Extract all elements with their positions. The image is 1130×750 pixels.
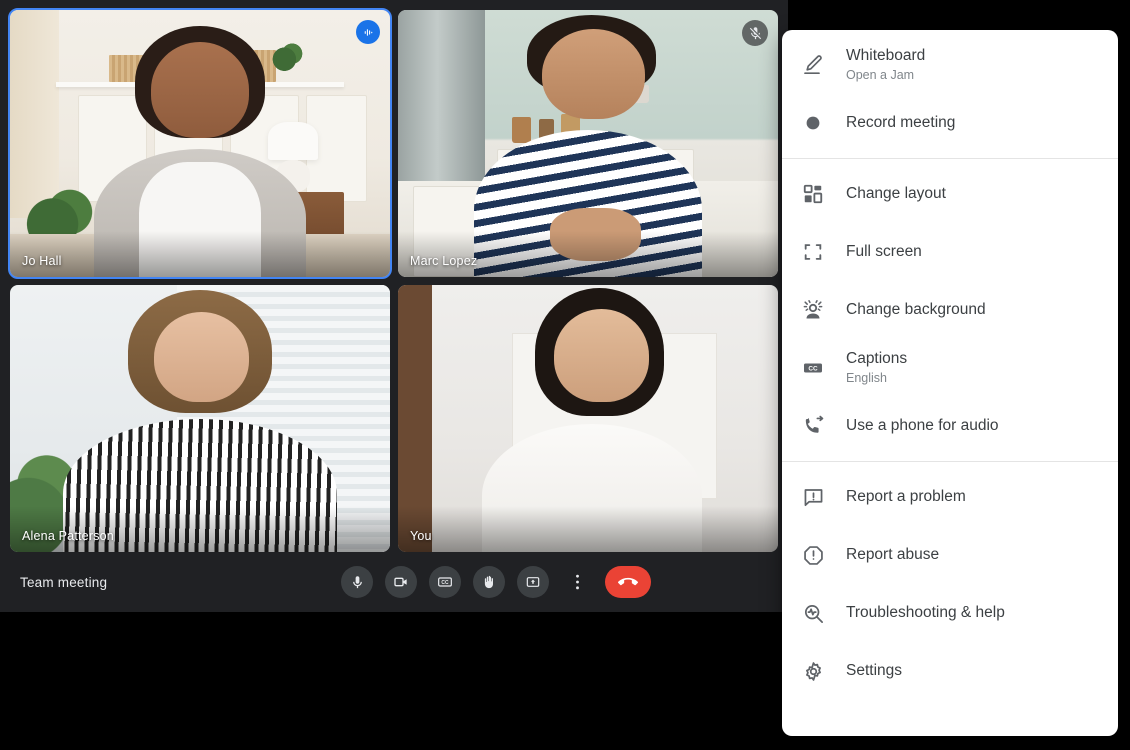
more-options-button[interactable] xyxy=(561,566,593,598)
microphone-button[interactable] xyxy=(341,566,373,598)
menu-item-record-meeting[interactable]: Record meeting xyxy=(782,94,1118,152)
menu-item-text: Whiteboard Open a Jam xyxy=(846,46,925,83)
camera-button[interactable] xyxy=(385,566,417,598)
menu-item-settings[interactable]: Settings xyxy=(782,642,1118,700)
participant-video-jo-hall xyxy=(10,10,390,277)
menu-item-text: Report abuse xyxy=(846,545,939,564)
menu-item-text: Settings xyxy=(846,661,902,680)
menu-item-label: Report a problem xyxy=(846,488,966,506)
participant-tile-you[interactable]: You xyxy=(398,285,778,552)
feedback-icon xyxy=(800,484,826,510)
menu-section-support: Report a problem Report abuse Troublesho… xyxy=(782,462,1118,706)
menu-item-label: Troubleshooting & help xyxy=(846,604,1005,622)
menu-item-report-abuse[interactable]: Report abuse xyxy=(782,526,1118,584)
menu-item-captions[interactable]: CC Captions English xyxy=(782,339,1118,397)
menu-item-label: Full screen xyxy=(846,243,922,261)
menu-item-text: Full screen xyxy=(846,242,922,261)
menu-section-tools: Whiteboard Open a Jam Record meeting xyxy=(782,30,1118,158)
menu-item-text: Change layout xyxy=(846,184,946,203)
raise-hand-button[interactable] xyxy=(473,566,505,598)
participant-video-alena-patterson xyxy=(10,285,390,552)
menu-item-change-layout[interactable]: Change layout xyxy=(782,165,1118,223)
svg-text:CC: CC xyxy=(441,580,449,586)
participant-tile-jo-hall[interactable]: Jo Hall xyxy=(8,8,392,279)
meet-window: Jo Hall Marc Lopez Alena Patterson You T… xyxy=(0,0,788,612)
pen-whiteboard-icon xyxy=(800,52,826,78)
closed-captions-icon: CC xyxy=(800,355,826,381)
menu-item-label: Change background xyxy=(846,301,986,319)
menu-item-text: Record meeting xyxy=(846,113,955,132)
meeting-title: Team meeting xyxy=(20,574,108,590)
tile-name-label: Marc Lopez xyxy=(410,254,478,268)
change-background-icon xyxy=(800,297,826,323)
menu-item-label: Captions xyxy=(846,350,908,368)
menu-item-change-background[interactable]: Change background xyxy=(782,281,1118,339)
record-dot-icon xyxy=(800,110,826,136)
menu-item-sublabel: Open a Jam xyxy=(846,67,915,82)
report-octagon-icon xyxy=(800,542,826,568)
captions-button[interactable]: CC xyxy=(429,566,461,598)
tile-name-label: Alena Patterson xyxy=(22,529,114,543)
phone-forward-icon xyxy=(800,413,826,439)
menu-item-report-a-problem[interactable]: Report a problem xyxy=(782,468,1118,526)
svg-text:CC: CC xyxy=(808,365,818,372)
screen: Jo Hall Marc Lopez Alena Patterson You T… xyxy=(0,0,1130,750)
menu-section-view: Change layout Full screen Change backgro… xyxy=(782,159,1118,461)
menu-item-text: Captions English xyxy=(846,349,907,386)
leave-call-button[interactable] xyxy=(605,566,651,598)
menu-item-label: Change layout xyxy=(846,185,946,203)
menu-item-troubleshooting-help[interactable]: Troubleshooting & help xyxy=(782,584,1118,642)
menu-item-text: Troubleshooting & help xyxy=(846,603,1005,622)
tile-name-label: You xyxy=(410,529,432,543)
menu-item-label: Use a phone for audio xyxy=(846,417,999,435)
tile-name-label: Jo Hall xyxy=(22,254,62,268)
menu-item-full-screen[interactable]: Full screen xyxy=(782,223,1118,281)
participant-tile-marc-lopez[interactable]: Marc Lopez xyxy=(398,10,778,277)
fullscreen-icon xyxy=(800,239,826,265)
participant-video-marc-lopez xyxy=(398,10,778,277)
menu-item-sublabel: English xyxy=(846,370,887,385)
layout-grid-icon xyxy=(800,181,826,207)
participant-tile-alena-patterson[interactable]: Alena Patterson xyxy=(10,285,390,552)
meeting-bottom-bar: Team meeting CC xyxy=(0,552,788,612)
present-now-button[interactable] xyxy=(517,566,549,598)
menu-item-label: Whiteboard xyxy=(846,47,926,65)
menu-item-text: Report a problem xyxy=(846,487,966,506)
video-grid: Jo Hall Marc Lopez Alena Patterson You xyxy=(8,8,778,552)
menu-item-whiteboard[interactable]: Whiteboard Open a Jam xyxy=(782,36,1118,94)
menu-item-text: Use a phone for audio xyxy=(846,416,999,435)
menu-item-label: Report abuse xyxy=(846,546,940,564)
troubleshoot-icon xyxy=(800,600,826,626)
mic-off-icon xyxy=(742,20,768,46)
menu-item-label: Record meeting xyxy=(846,114,956,132)
meeting-controls: CC xyxy=(341,566,651,598)
gear-icon xyxy=(800,658,826,684)
audio-indicator-icon xyxy=(356,20,380,44)
participant-video-you xyxy=(398,285,778,552)
menu-item-label: Settings xyxy=(846,662,903,680)
menu-item-text: Change background xyxy=(846,300,986,319)
more-options-menu: Whiteboard Open a Jam Record meeting Cha… xyxy=(782,30,1118,736)
menu-item-use-a-phone-for-audio[interactable]: Use a phone for audio xyxy=(782,397,1118,455)
